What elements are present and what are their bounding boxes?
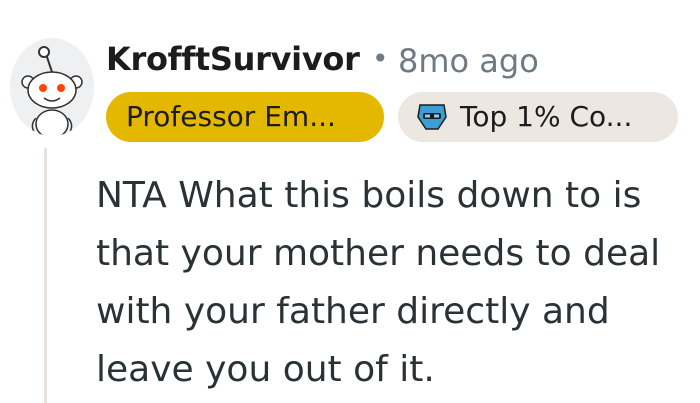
- snoo-avatar-icon: [21, 46, 83, 136]
- comment-body: NTA What this boils down to is that your…: [96, 175, 661, 390]
- flair-top-contributor: Top 1% Co...: [398, 92, 678, 142]
- timestamp[interactable]: 8mo ago: [398, 42, 539, 80]
- avatar[interactable]: [10, 38, 94, 136]
- flair-professor: Professor Em...: [106, 92, 384, 142]
- flair-top-contributor-label: Top 1% Co...: [460, 100, 633, 133]
- thread-line[interactable]: [44, 148, 47, 403]
- meta-separator: •: [372, 42, 389, 75]
- top-contributor-badge-icon: [417, 104, 447, 130]
- username[interactable]: KrofftSurvivor: [106, 40, 360, 78]
